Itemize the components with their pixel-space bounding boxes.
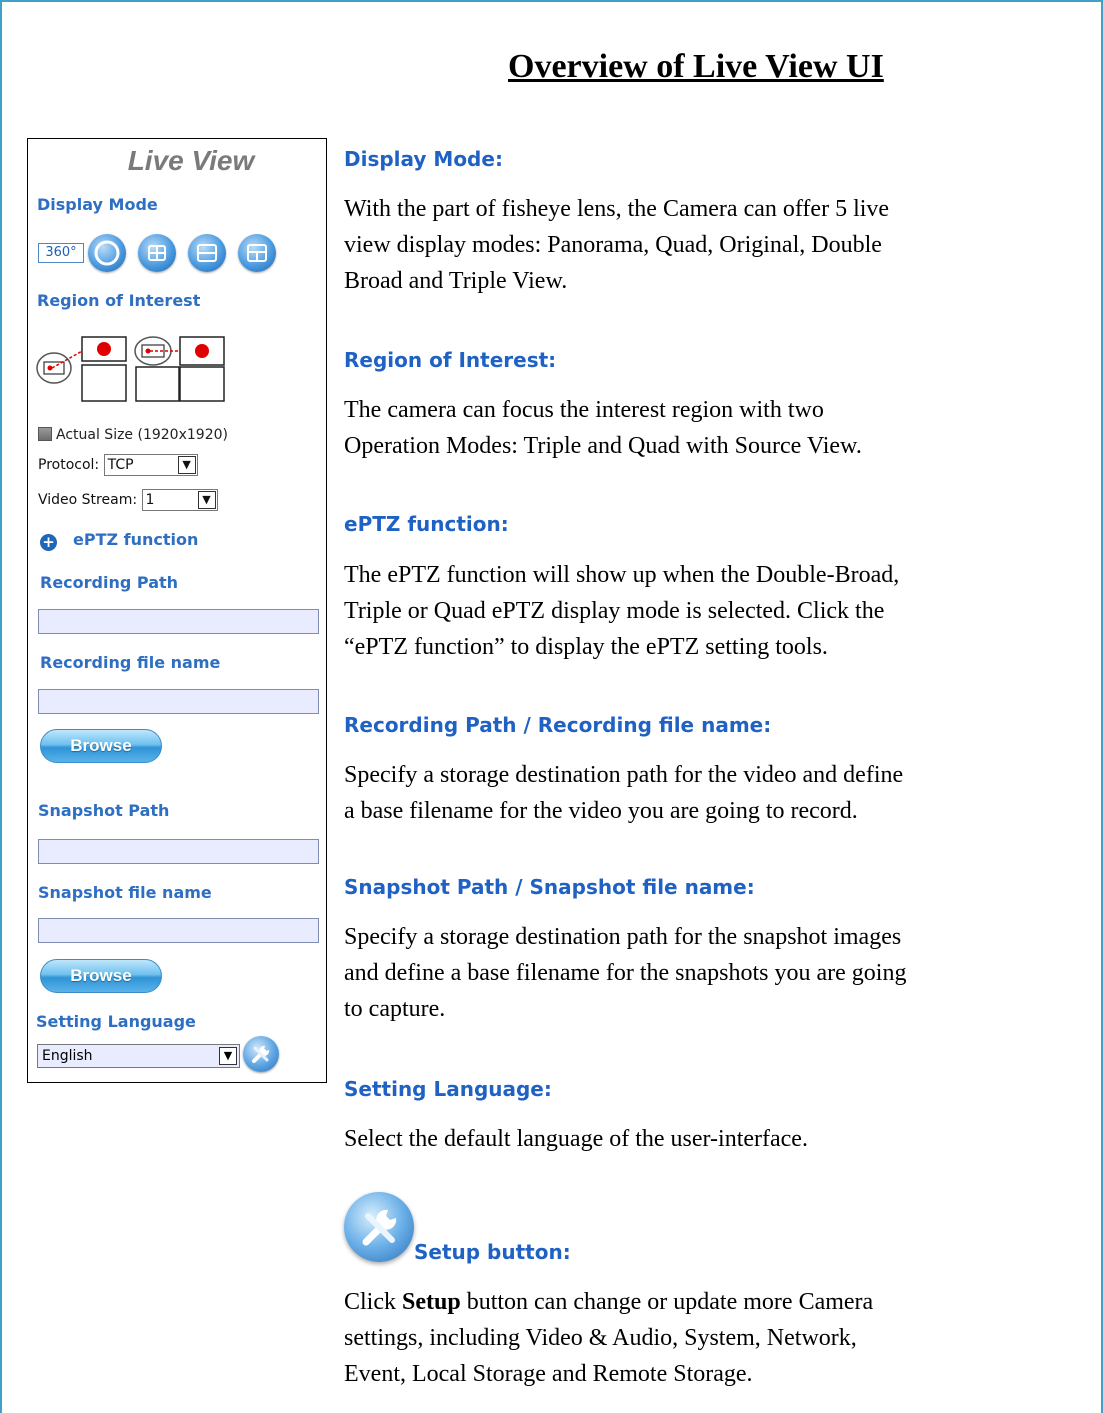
chevron-down-icon: ▼ <box>177 456 196 474</box>
setup-text: Click Setup button can change or update … <box>344 1284 1084 1392</box>
snapshot-browse-button[interactable]: Browse <box>40 959 162 993</box>
video-stream-select[interactable]: 1 ▼ <box>141 489 218 511</box>
recording-browse-button[interactable]: Browse <box>40 729 162 763</box>
chevron-down-icon: ▼ <box>219 1047 237 1065</box>
language-select[interactable]: English ▼ <box>37 1044 240 1068</box>
snapshot-file-label: Snapshot file name <box>38 883 212 902</box>
snapshot-heading: Snapshot Path / Snapshot file name: <box>344 875 755 899</box>
setting-language-label: Setting Language <box>36 1012 196 1031</box>
text-line: Event, Local Storage and Remote Storage. <box>344 1361 753 1387</box>
text-line: Triple or Quad ePTZ display mode is sele… <box>344 598 885 624</box>
quad-mode-icon[interactable] <box>138 234 176 272</box>
roi-triple-icon[interactable] <box>36 333 128 403</box>
snapshot-path-input[interactable] <box>38 839 319 864</box>
eptz-heading: ePTZ function: <box>344 512 509 536</box>
text-line: Specify a storage destination path for t… <box>344 762 904 788</box>
panorama-360-icon[interactable]: 360° <box>38 243 84 263</box>
protocol-row: Protocol: TCP ▼ <box>38 454 198 476</box>
text-line: With the part of fisheye lens, the Camer… <box>344 196 890 222</box>
actual-size-checkbox-row[interactable]: Actual Size (1920x1920) <box>38 427 228 443</box>
snapshot-text: Specify a storage destination path for t… <box>344 919 1084 1027</box>
roi-label: Region of Interest <box>37 291 201 310</box>
triple-mode-icon[interactable] <box>238 234 276 272</box>
recording-heading: Recording Path / Recording file name: <box>344 713 772 737</box>
eptz-function-toggle[interactable]: + ePTZ function <box>40 530 198 551</box>
text-line: view display modes: Panorama, Quad, Orig… <box>344 232 882 258</box>
text-line: Specify a storage destination path for t… <box>344 924 902 950</box>
snapshot-path-label: Snapshot Path <box>38 801 170 820</box>
text-line: settings, including Video & Audio, Syste… <box>344 1325 857 1351</box>
chevron-down-icon: ▼ <box>197 491 216 509</box>
text-fragment: button can change or update more Camera <box>460 1289 874 1315</box>
setup-button[interactable] <box>243 1036 279 1072</box>
plus-circle-icon: + <box>40 534 57 551</box>
text-line: a base filename for the video you are go… <box>344 798 858 824</box>
setup-bold-word: Setup <box>402 1289 461 1315</box>
protocol-value: TCP <box>107 457 134 473</box>
eptz-label: ePTZ function <box>73 530 199 549</box>
text-line: Broad and Triple View. <box>344 268 568 294</box>
text-line: and define a base filename for the snaps… <box>344 960 907 986</box>
language-value: English <box>42 1048 93 1064</box>
panel-title: Live View <box>127 145 255 176</box>
double-mode-icon[interactable] <box>188 234 226 272</box>
display-mode-text: With the part of fisheye lens, the Camer… <box>344 191 1084 299</box>
text-fragment: Click <box>344 1289 402 1315</box>
recording-path-label: Recording Path <box>40 573 179 592</box>
setting-language-text: Select the default language of the user-… <box>344 1121 1084 1157</box>
text-line: “ePTZ function” to display the ePTZ sett… <box>344 634 828 660</box>
text-line: Operation Modes: Triple and Quad with So… <box>344 433 862 459</box>
eptz-text: The ePTZ function will show up when the … <box>344 557 1084 665</box>
text-line: The ePTZ function will show up when the … <box>344 562 900 588</box>
text-line: The camera can focus the interest region… <box>344 397 824 423</box>
protocol-label: Protocol: <box>38 457 100 473</box>
roi-quad-icon[interactable] <box>134 333 226 403</box>
text-line: Click Setup button can change or update … <box>344 1284 1084 1320</box>
video-stream-value: 1 <box>145 492 155 508</box>
actual-size-checkbox[interactable] <box>38 427 52 441</box>
original-mode-icon[interactable] <box>88 234 126 272</box>
setup-tools-icon <box>344 1192 414 1262</box>
roi-text: The camera can focus the interest region… <box>344 392 1084 464</box>
recording-file-label: Recording file name <box>40 653 221 672</box>
display-mode-heading: Display Mode: <box>344 147 503 171</box>
live-view-panel: Live View Display Mode 360° Region of In… <box>27 138 327 1083</box>
recording-text: Specify a storage destination path for t… <box>344 757 1084 829</box>
snapshot-file-input[interactable] <box>38 918 319 943</box>
actual-size-label: Actual Size (1920x1920) <box>56 427 228 443</box>
video-stream-row: Video Stream: 1 ▼ <box>38 489 218 511</box>
page-title: Overview of Live View UI <box>508 48 884 85</box>
display-mode-label: Display Mode <box>37 195 158 214</box>
setup-heading: Setup button: <box>414 1240 571 1264</box>
text-line: Select the default language of the user-… <box>344 1126 808 1152</box>
protocol-select[interactable]: TCP ▼ <box>103 454 198 476</box>
roi-heading: Region of Interest: <box>344 348 557 372</box>
text-line: to capture. <box>344 996 446 1022</box>
setting-language-heading: Setting Language: <box>344 1077 552 1101</box>
recording-path-input[interactable] <box>38 609 319 634</box>
setup-tools-icon <box>252 1045 270 1063</box>
video-stream-label: Video Stream: <box>38 492 138 508</box>
recording-file-input[interactable] <box>38 689 319 714</box>
